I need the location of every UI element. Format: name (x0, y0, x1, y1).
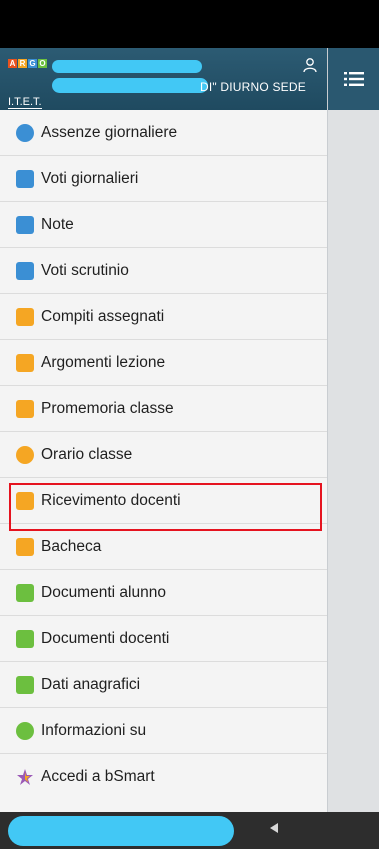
drawer-header: A R G O DI" DIURNO SEDE I.T.E.T. (0, 48, 327, 110)
redacted-area (8, 816, 234, 846)
content-area-dimmed[interactable] (328, 48, 379, 812)
back-icon[interactable] (268, 822, 280, 834)
system-navigation-bar (0, 812, 379, 849)
menu-item-informazioni-su[interactable]: Informazioni su (0, 708, 327, 754)
student-documents-icon (16, 583, 34, 602)
menu-item-dati-anagrafici[interactable]: Dati anagrafici (0, 662, 327, 708)
argo-logo: A R G O (8, 59, 47, 68)
menu-item-documenti-docenti[interactable]: Documenti docenti (0, 616, 327, 662)
lesson-topics-icon (16, 353, 34, 372)
school-name: DI" DIURNO SEDE (200, 80, 306, 94)
bsmart-icon (17, 769, 33, 785)
menu-item-assenze-giornaliere[interactable]: Assenze giornaliere (0, 110, 327, 156)
list-menu-icon (343, 72, 364, 86)
status-bar (0, 0, 379, 48)
menu-item-voti-giornalieri[interactable]: Voti giornalieri (0, 156, 327, 202)
menu-item-accedi-bsmart[interactable]: Accedi a bSmart (0, 754, 327, 800)
menu-item-argomenti-lezione[interactable]: Argomenti lezione (0, 340, 327, 386)
personal-data-icon (16, 675, 34, 694)
reminder-icon (16, 399, 34, 418)
info-icon (16, 721, 34, 740)
menu-item-compiti-assegnati[interactable]: Compiti assegnati (0, 294, 327, 340)
redacted-school-name (52, 78, 208, 93)
daily-grades-icon (16, 169, 34, 188)
menu-item-orario-classe[interactable]: Orario classe (0, 432, 327, 478)
final-grades-icon (16, 261, 34, 280)
menu-item-voti-scrutinio[interactable]: Voti scrutinio (0, 248, 327, 294)
absence-icon (16, 123, 34, 142)
menu-item-documenti-alunno[interactable]: Documenti alunno (0, 570, 327, 616)
user-profile-icon[interactable] (302, 57, 318, 73)
menu-toggle-button[interactable] (328, 48, 379, 110)
highlight-box-ricevimento-docenti (9, 483, 322, 531)
menu-item-promemoria-classe[interactable]: Promemoria classe (0, 386, 327, 432)
menu-item-note[interactable]: Note (0, 202, 327, 248)
teacher-documents-icon (16, 629, 34, 648)
homework-icon (16, 307, 34, 326)
school-type: I.T.E.T. (8, 96, 42, 109)
notes-icon (16, 215, 34, 234)
bulletin-board-icon (16, 537, 34, 556)
timetable-icon (16, 445, 34, 464)
redacted-user-name (52, 60, 202, 73)
navigation-drawer: A R G O DI" DIURNO SEDE I.T.E.T. Assenze… (0, 48, 328, 812)
